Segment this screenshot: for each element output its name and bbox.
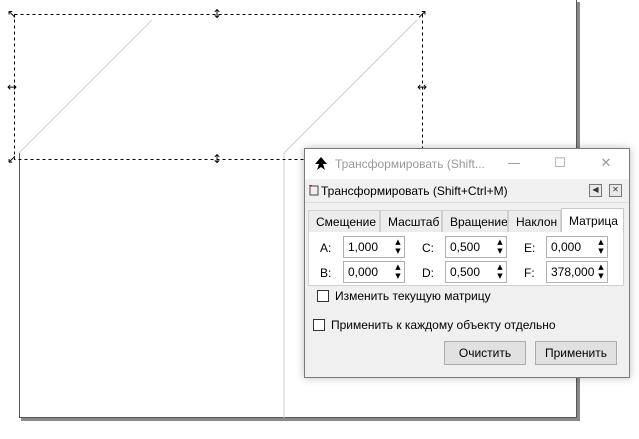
spin-down-icon[interactable]: ▼ (495, 272, 505, 281)
transform-icon (309, 185, 319, 196)
spin-down-icon[interactable]: ▼ (596, 247, 606, 256)
matrix-f-label: F: (524, 266, 535, 280)
matrix-d-label: D: (422, 266, 434, 280)
matrix-e-spinbox[interactable]: ▲▼ (546, 236, 608, 258)
spin-up-icon[interactable]: ▲ (495, 238, 505, 247)
scale-handle-e[interactable]: ↔ (416, 81, 428, 93)
spin-up-icon[interactable]: ▲ (596, 238, 606, 247)
dock-title: Трансформировать (Shift+Ctrl+M) (321, 184, 508, 198)
apply-separately-label: Применить к каждому объекту отдельно (331, 318, 556, 332)
collapse-icon[interactable]: ◀ (589, 184, 602, 197)
scale-handle-n[interactable]: ↕ (211, 8, 223, 20)
matrix-e-label: E: (524, 241, 536, 255)
title-bar[interactable]: Трансформировать (Shift... — ☐ ✕ (305, 149, 629, 179)
matrix-d-input[interactable] (446, 262, 500, 282)
matrix-d-spinbox[interactable]: ▲▼ (445, 261, 507, 283)
matrix-b-input[interactable] (344, 262, 398, 282)
scale-handle-nw[interactable]: ↖ (6, 8, 18, 20)
spin-down-icon[interactable]: ▼ (393, 247, 403, 256)
spin-up-icon[interactable]: ▲ (495, 263, 505, 272)
transform-dialog: Трансформировать (Shift... — ☐ ✕ Трансфо… (304, 148, 630, 378)
tab-rotate[interactable]: Вращение (442, 210, 508, 232)
matrix-a-input[interactable] (344, 237, 398, 257)
minimize-button[interactable]: — (491, 149, 537, 179)
scale-handle-ne[interactable]: ↗ (416, 8, 428, 20)
scale-handle-w[interactable]: ↔ (6, 81, 18, 93)
apply-button[interactable]: Применить (535, 341, 617, 365)
dock-header: Трансформировать (Shift+Ctrl+M) ◀ ✕ (305, 180, 629, 203)
close-button[interactable]: ✕ (583, 149, 629, 179)
matrix-b-label: B: (320, 266, 332, 280)
tab-matrix[interactable]: Матрица (561, 208, 624, 232)
tab-skew[interactable]: Наклон (508, 210, 561, 232)
matrix-b-spinbox[interactable]: ▲▼ (343, 261, 405, 283)
maximize-button[interactable]: ☐ (537, 149, 583, 179)
matrix-c-input[interactable] (446, 237, 500, 257)
window-title: Трансформировать (Shift... (335, 157, 485, 171)
matrix-e-input[interactable] (547, 237, 601, 257)
tab-scale[interactable]: Масштаб (380, 210, 442, 232)
edit-current-matrix-label: Изменить текущую матрицу (335, 289, 491, 303)
matrix-f-spinbox[interactable]: ▲▼ (546, 261, 608, 283)
edit-current-matrix-checkbox[interactable] (317, 290, 329, 302)
inkscape-icon (315, 157, 327, 170)
spin-down-icon[interactable]: ▼ (393, 272, 403, 281)
matrix-a-spinbox[interactable]: ▲▼ (343, 236, 405, 258)
spin-up-icon[interactable]: ▲ (596, 263, 606, 272)
tab-move[interactable]: Смещение (308, 210, 380, 232)
tab-bar: Смещение Масштаб Вращение Наклон Матрица (308, 208, 624, 232)
scale-handle-sw[interactable]: ↙ (6, 153, 18, 165)
matrix-c-spinbox[interactable]: ▲▼ (445, 236, 507, 258)
spin-down-icon[interactable]: ▼ (495, 247, 505, 256)
matrix-c-label: C: (422, 241, 434, 255)
matrix-f-input[interactable] (547, 262, 601, 282)
clear-button[interactable]: Очистить (444, 341, 526, 365)
spin-up-icon[interactable]: ▲ (393, 263, 403, 272)
apply-separately-checkbox[interactable] (313, 319, 325, 331)
matrix-a-label: A: (320, 241, 332, 255)
dock-close-icon[interactable]: ✕ (609, 184, 622, 197)
spin-down-icon[interactable]: ▼ (596, 272, 606, 281)
spin-up-icon[interactable]: ▲ (393, 238, 403, 247)
scale-handle-s[interactable]: ↕ (211, 153, 223, 165)
